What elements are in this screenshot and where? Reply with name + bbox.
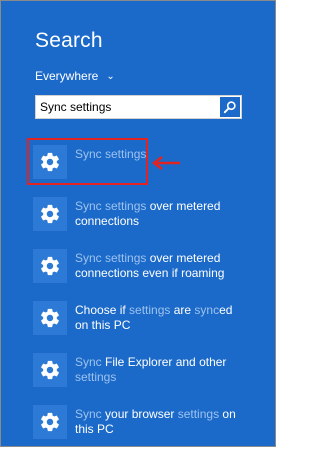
gear-icon	[39, 411, 61, 433]
search-box	[35, 95, 242, 119]
result-text: File Explorer and other	[101, 355, 227, 369]
search-title: Search	[35, 29, 103, 52]
search-icon	[223, 101, 236, 114]
result-tile	[33, 301, 67, 335]
match-text: Sync	[75, 355, 102, 369]
search-result-label: Sync settings over metered connections	[75, 199, 245, 229]
annotation-arrow-left-icon	[151, 156, 180, 170]
search-results-list: Sync settings Sync settings over metered …	[33, 145, 267, 457]
search-scope-dropdown[interactable]: Everywhere ⌄	[35, 69, 115, 83]
search-scope-label: Everywhere	[35, 69, 99, 83]
chevron-down-icon: ⌄	[106, 71, 115, 82]
match-text: settings	[129, 303, 171, 317]
match-text: settings	[75, 370, 117, 384]
result-tile	[33, 249, 67, 283]
match-text: sync	[194, 303, 220, 317]
gear-icon	[39, 307, 61, 329]
result-text: Choose if	[75, 303, 130, 317]
gear-icon	[39, 255, 61, 277]
search-pane: Search Everywhere ⌄ Sync settings Sync set…	[0, 0, 276, 447]
match-text: Sync	[75, 407, 102, 421]
search-result-item[interactable]: Choose if settings are synced on this PC	[33, 301, 267, 339]
result-text: your browser	[101, 407, 178, 421]
gear-icon	[39, 359, 61, 381]
result-tile	[33, 405, 67, 439]
annotation-highlight-box	[27, 138, 148, 185]
match-text: Sync settings	[75, 251, 147, 265]
match-text: settings	[177, 407, 220, 421]
search-result-label: Choose if settings are synced on this PC	[75, 303, 245, 333]
search-result-item[interactable]: Sync File Explorer and other settings	[33, 353, 267, 391]
search-result-item[interactable]: Sync settings over metered connections e…	[33, 249, 267, 287]
result-tile	[33, 197, 67, 231]
result-tile	[33, 353, 67, 387]
search-result-label: Sync settings over metered connections e…	[75, 251, 245, 281]
result-text: are	[170, 303, 195, 317]
search-result-item[interactable]: Sync settings over metered connections	[33, 197, 267, 235]
search-result-label: Sync your browser settings on this PC	[75, 407, 245, 437]
gear-icon	[39, 203, 61, 225]
search-result-item[interactable]: Sync your browser settings on this PC	[33, 405, 267, 443]
search-result-label: Sync File Explorer and other settings	[75, 355, 245, 385]
search-button[interactable]	[220, 97, 240, 117]
search-input[interactable]	[36, 96, 224, 118]
match-text: Sync settings	[75, 199, 147, 213]
